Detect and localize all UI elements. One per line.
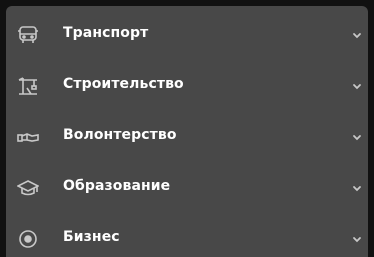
graduation-cap-icon xyxy=(16,177,40,199)
category-menu: Транспорт Строительство Волонтерство Обр… xyxy=(6,6,368,257)
bus-icon xyxy=(16,24,40,46)
chevron-down-icon[interactable] xyxy=(350,27,364,41)
menu-item-label: Образование xyxy=(63,178,171,194)
menu-item-transport[interactable]: Транспорт xyxy=(6,20,368,50)
menu-item-business[interactable]: Бизнес xyxy=(6,224,368,254)
menu-item-education[interactable]: Образование xyxy=(6,173,368,203)
crane-icon xyxy=(16,75,40,97)
menu-item-volunteering[interactable]: Волонтерство xyxy=(6,122,368,152)
chevron-down-icon[interactable] xyxy=(350,78,364,92)
chevron-down-icon[interactable] xyxy=(350,180,364,194)
menu-item-construction[interactable]: Строительство xyxy=(6,71,368,101)
menu-item-label: Строительство xyxy=(63,76,184,92)
chevron-down-icon[interactable] xyxy=(350,129,364,143)
menu-item-label: Волонтерство xyxy=(63,127,177,143)
hands-icon xyxy=(16,126,40,148)
menu-item-label: Бизнес xyxy=(63,229,120,245)
chevron-down-icon[interactable] xyxy=(350,231,364,245)
coin-icon xyxy=(16,228,40,250)
menu-item-label: Транспорт xyxy=(63,25,149,41)
